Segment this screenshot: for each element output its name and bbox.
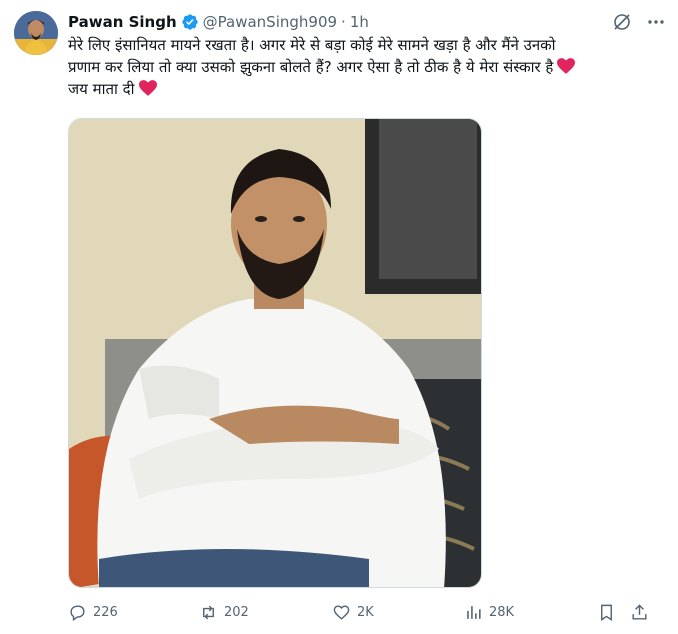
tweet-text-line-1: मेरे लिए इंसानियत मायने रखता है। अगर मेर… (68, 36, 556, 54)
timestamp[interactable]: 1h (350, 12, 369, 32)
reply-count: 226 (93, 604, 118, 620)
header-actions (612, 12, 666, 32)
red-heart-icon (138, 80, 157, 96)
reply-button[interactable]: 226 (68, 603, 118, 622)
like-count: 2K (357, 604, 374, 620)
tweet-card[interactable]: Pawan Singh @PawanSingh909 · 1h मेरे लिए… (0, 0, 678, 634)
tweet-text-line-2: प्रणाम कर लिया तो क्या उसको झुकना बोलते … (68, 58, 554, 76)
tweet-header: Pawan Singh @PawanSingh909 · 1h (68, 11, 666, 33)
tweet-text-line: प्रणाम कर लिया तो क्या उसको झुकना बोलते … (68, 56, 658, 78)
share-button[interactable] (630, 603, 649, 622)
tweet-text-line-3: जय माता दी (68, 80, 135, 98)
views-button[interactable]: 28K (464, 603, 514, 622)
tweet-actions: 226 202 2K 28K (68, 600, 650, 624)
repost-icon (203, 605, 214, 619)
red-heart-icon (557, 58, 576, 74)
author-handle[interactable]: @PawanSingh909 (203, 12, 337, 32)
share-icon (632, 603, 647, 620)
repost-button[interactable]: 202 (199, 603, 249, 622)
reply-icon (70, 604, 85, 621)
bookmark-button[interactable] (597, 603, 616, 622)
more-icon[interactable] (646, 12, 666, 32)
analytics-icon (467, 605, 481, 619)
heart-icon (333, 604, 350, 620)
author-name[interactable]: Pawan Singh (68, 12, 177, 32)
repost-count: 202 (224, 604, 249, 620)
separator-dot: · (341, 13, 346, 31)
bookmark-icon (601, 604, 612, 621)
grok-icon[interactable] (612, 12, 632, 32)
tweet-text-line: जय माता दी (68, 78, 658, 100)
tweet-text: मेरे लिए इंसानियत मायने रखता है। अगर मेर… (68, 34, 658, 100)
verified-badge-icon[interactable] (181, 13, 199, 31)
tweet-text-line: मेरे लिए इंसानियत मायने रखता है। अगर मेर… (68, 34, 658, 56)
like-button[interactable]: 2K (332, 603, 374, 622)
tweet-photo[interactable] (68, 118, 482, 588)
avatar[interactable] (14, 11, 58, 55)
views-count: 28K (489, 604, 515, 620)
